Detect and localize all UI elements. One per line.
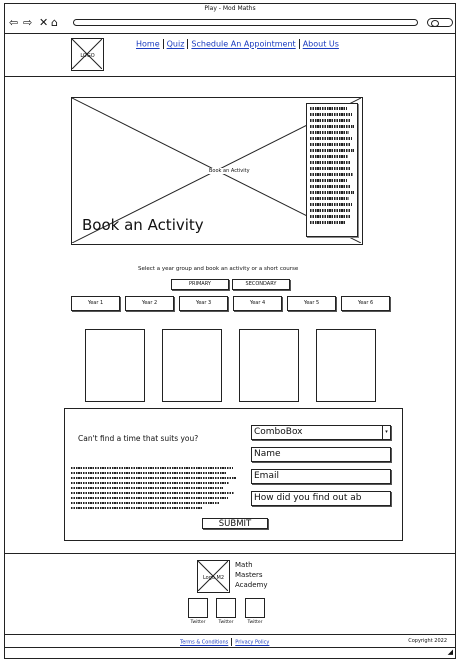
hero-title: Book an Activity (82, 216, 204, 234)
browser-toolbar: ⇦ ⇨ ✕ ⌂ (5, 14, 455, 34)
activity-card[interactable] (316, 329, 376, 402)
brand-name: Math Masters Academy (235, 560, 268, 590)
contact-question: Can't find a time that suits you? (78, 434, 199, 443)
resize-handle-icon[interactable]: ◢ (448, 649, 453, 656)
browser-window: Play - Mod Maths ⇦ ⇨ ✕ ⌂ LOGO Home Quiz Sc… (4, 3, 456, 659)
source-field[interactable]: How did you find out ab (251, 491, 391, 506)
hero-banner: Book an Activity Book an Activity (71, 97, 363, 245)
terms-link[interactable]: Terms & Conditions (180, 640, 228, 646)
site-header: LOGO Home Quiz Schedule An Appointment Abou… (5, 34, 455, 76)
window-title: Play - Mod Maths (204, 5, 256, 12)
activity-card[interactable] (239, 329, 299, 402)
copyright: Copyright 2022 (408, 638, 447, 644)
nav-quiz[interactable]: Quiz (167, 40, 185, 49)
address-bar[interactable] (73, 19, 418, 26)
chevron-down-icon[interactable]: ▾ (382, 426, 390, 439)
activity-card[interactable] (162, 329, 222, 402)
nav-about[interactable]: About Us (303, 40, 339, 49)
year-button-2[interactable]: Year 2 (125, 296, 174, 311)
forward-arrow-icon[interactable]: ⇨ (23, 16, 32, 30)
hero-image-label: Book an Activity (208, 168, 251, 174)
brand-line: Math (235, 561, 253, 569)
nav-schedule[interactable]: Schedule An Appointment (191, 40, 295, 49)
nav-home[interactable]: Home (136, 40, 160, 49)
legal-links: Terms & Conditions Privacy Policy (180, 638, 269, 646)
year-button-3[interactable]: Year 3 (179, 296, 228, 311)
brand-line: Academy (235, 581, 268, 589)
email-field[interactable]: Email (251, 469, 391, 484)
social-label: Twitter (190, 620, 206, 625)
hero-text-block (306, 103, 358, 237)
year-button-6[interactable]: Year 6 (341, 296, 390, 311)
year-button-1[interactable]: Year 1 (71, 296, 120, 311)
search-field[interactable] (427, 18, 453, 27)
footer-bar: Terms & Conditions Privacy Policy Copyrig… (5, 634, 455, 648)
level-button-primary[interactable]: PRIMARY (171, 279, 229, 290)
footer-logo-label: Logo M2 (202, 575, 225, 581)
level-button-secondary[interactable]: SECONDARY (232, 279, 290, 290)
social-label: Twitter (247, 620, 263, 625)
main-nav: Home Quiz Schedule An Appointment About Us (136, 39, 339, 49)
combo-box[interactable]: ComboBox ▾ (251, 425, 391, 440)
twitter-icon[interactable] (245, 598, 265, 618)
back-arrow-icon[interactable]: ⇦ (9, 16, 18, 30)
site-logo[interactable]: LOGO (71, 38, 104, 71)
close-icon[interactable]: ✕ (39, 16, 48, 30)
home-icon[interactable]: ⌂ (51, 16, 58, 30)
combo-value: ComboBox (254, 427, 303, 437)
name-field[interactable]: Name (251, 447, 391, 462)
privacy-link[interactable]: Privacy Policy (235, 640, 269, 646)
social-label: Twitter (218, 620, 234, 625)
activity-card[interactable] (85, 329, 145, 402)
logo-label: LOGO (80, 53, 95, 59)
year-button-4[interactable]: Year 4 (233, 296, 282, 311)
twitter-icon[interactable] (216, 598, 236, 618)
search-icon (431, 20, 439, 27)
twitter-icon[interactable] (188, 598, 208, 618)
header-divider (5, 76, 455, 77)
submit-button[interactable]: SUBMIT (202, 518, 268, 529)
footer-logo[interactable]: Logo M2 (197, 560, 230, 593)
brand-line: Masters (235, 571, 263, 579)
contact-text-block (71, 467, 236, 512)
year-button-5[interactable]: Year 5 (287, 296, 336, 311)
booking-prompt: Select a year group and book an activity… (138, 266, 299, 272)
contact-form: Can't find a time that suits you? ComboB… (64, 408, 403, 541)
footer-divider (5, 553, 455, 554)
